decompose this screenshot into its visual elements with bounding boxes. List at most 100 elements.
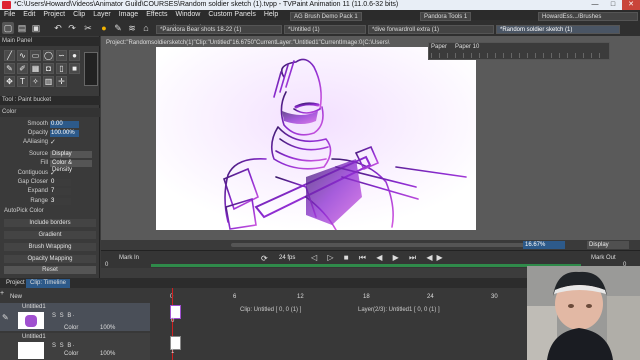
color-swatch-icon[interactable]: ■ xyxy=(69,63,80,74)
layer-row[interactable]: Untitled1 Color 100% ✎ S S B· xyxy=(0,303,150,331)
ruler-tick: 24 xyxy=(427,294,434,300)
pencil-icon[interactable]: ✎ xyxy=(2,313,9,322)
opacity-value[interactable]: 100.00% xyxy=(50,130,79,137)
aaliasing-checkbox[interactable]: ✓ xyxy=(50,139,57,146)
selection-tool-icon[interactable]: ▦ xyxy=(30,63,41,74)
minimize-button[interactable]: — xyxy=(586,0,604,10)
paper-ruler[interactable] xyxy=(431,53,607,58)
close-window-button[interactable]: ✕ xyxy=(622,0,640,10)
rect-tool-icon[interactable]: ▭ xyxy=(30,50,41,61)
menu-clip[interactable]: Clip xyxy=(69,10,89,20)
tab-pandora-bear-shots[interactable]: *Pandora Bear shots 18-22 (1) xyxy=(156,25,282,34)
playback-range-bar[interactable] xyxy=(151,264,581,267)
display-select[interactable]: Display xyxy=(587,241,629,249)
freehand-tool-icon[interactable]: ∽ xyxy=(56,50,67,61)
zoom-field[interactable]: 16.67% xyxy=(523,241,565,249)
magic-wand-icon[interactable]: ✧ xyxy=(30,76,41,87)
mark-out-label[interactable]: Mark Out xyxy=(591,255,616,261)
tvpaint-app-icon[interactable] xyxy=(2,1,11,9)
open-icon[interactable]: ▤ xyxy=(16,22,28,34)
pencil-tool-icon[interactable]: ✎ xyxy=(4,63,15,74)
frame-cell[interactable] xyxy=(170,336,181,350)
menu-custom-panels[interactable]: Custom Panels xyxy=(204,10,259,20)
menu-window[interactable]: Window xyxy=(171,10,204,20)
add-layer-icon[interactable]: + xyxy=(0,290,8,298)
smooth-value[interactable]: 0.00 xyxy=(50,121,79,128)
tab-pandora-tools[interactable]: Pandora Tools 1 xyxy=(420,12,472,21)
ruler-tick: 12 xyxy=(297,294,304,300)
include-borders-button[interactable]: Include borders xyxy=(4,219,96,227)
range-value[interactable]: 3 xyxy=(50,198,71,205)
move-tool-icon[interactable]: ✥ xyxy=(4,76,15,87)
fill-tool-icon[interactable]: ◘ xyxy=(43,63,54,74)
cut-icon[interactable]: ✂ xyxy=(82,22,94,34)
layer-thumbnail xyxy=(18,312,44,329)
opacity-mapping-button[interactable]: Opacity Mapping xyxy=(4,255,96,263)
line-tool-icon[interactable]: ╱ xyxy=(4,50,15,61)
menu-help[interactable]: Help xyxy=(260,10,282,20)
reset-button[interactable]: Reset xyxy=(4,266,96,274)
layers-icon[interactable]: ≋ xyxy=(126,22,138,34)
brush-size-icon[interactable]: ● xyxy=(69,50,80,61)
panel-tool-icon[interactable]: ▥ xyxy=(43,76,54,87)
text-tool-icon[interactable]: T xyxy=(17,76,28,87)
layer-opacity[interactable]: 100% xyxy=(100,351,115,357)
tab-brushes[interactable]: HowardEss.../Brushes xyxy=(538,12,638,21)
brush-icon[interactable]: ✎ xyxy=(112,22,124,34)
menu-file[interactable]: File xyxy=(0,10,19,20)
autopick-label[interactable]: AutoPick Color xyxy=(4,207,44,216)
warp-tool-icon[interactable]: ✛ xyxy=(56,76,67,87)
menu-image[interactable]: Image xyxy=(115,10,142,20)
ellipse-tool-icon[interactable]: ◯ xyxy=(43,50,54,61)
source-select[interactable]: Display xyxy=(50,151,92,158)
save-icon[interactable]: ▣ xyxy=(30,22,42,34)
autopick-row: AutoPick Color xyxy=(0,207,100,216)
menu-project[interactable]: Project xyxy=(39,10,69,20)
layer-thumbnail xyxy=(18,342,44,359)
tab-random-soldier-sketch[interactable]: *Random soldier sketch (1) xyxy=(496,25,620,34)
range-row: Range 3 xyxy=(0,197,100,206)
contiguous-checkbox[interactable]: ✓ xyxy=(50,170,57,177)
brush-wrapping-button[interactable]: Brush Wrapping xyxy=(4,243,96,251)
playback-controls[interactable]: ◁ ▷ ■ ⏮ ◀ ▶ ⏭ ◀▶ xyxy=(311,253,447,263)
ruler-tick: 6 xyxy=(233,294,237,300)
viewport-status-bar: 16.67% Display xyxy=(101,240,640,250)
layer-opacity[interactable]: 100% xyxy=(100,325,115,331)
menu-edit[interactable]: Edit xyxy=(19,10,39,20)
layer-row[interactable]: Untitled1 Color 100% S S B· xyxy=(0,333,150,360)
tab-ag-brush-demo[interactable]: AG Brush Demo Pack 1 xyxy=(290,12,362,21)
horizontal-scrollbar[interactable] xyxy=(231,243,531,247)
gradient-button[interactable]: Gradient xyxy=(4,231,96,239)
frame-cell[interactable] xyxy=(170,305,181,319)
new-icon[interactable]: ▢ xyxy=(2,22,14,34)
drawing-canvas[interactable] xyxy=(156,47,476,230)
tab-clip-timeline[interactable]: Clip: Timeline xyxy=(26,279,71,288)
layer-name[interactable]: Untitled1 xyxy=(22,304,46,310)
tab-untitled[interactable]: *Untitled (1) xyxy=(284,25,366,34)
menu-layer[interactable]: Layer xyxy=(89,10,115,20)
layer-toggle-icons[interactable]: S S B· xyxy=(52,313,75,319)
redo-icon[interactable]: ↷ xyxy=(66,22,78,34)
eraser-tool-icon[interactable]: ▯ xyxy=(56,63,67,74)
marker-tool-icon[interactable]: ✐ xyxy=(17,63,28,74)
tab-dive-forwardroll[interactable]: *dive forwardroll extra (1) xyxy=(368,25,494,34)
curve-tool-icon[interactable]: ∿ xyxy=(17,50,28,61)
new-layer-button[interactable]: New xyxy=(10,294,22,300)
expand-value[interactable]: 7 xyxy=(50,188,71,195)
layer-toggle-icons[interactable]: S S B· xyxy=(52,343,75,349)
fill-select[interactable]: Color & Density xyxy=(50,160,92,173)
color-header: Color xyxy=(0,108,100,117)
undo-icon[interactable]: ↶ xyxy=(52,22,64,34)
mark-in-label[interactable]: Mark In xyxy=(119,255,139,261)
primary-color-swatch[interactable] xyxy=(84,52,98,86)
gap-closer-value[interactable]: 0 xyxy=(50,179,71,186)
menu-effects[interactable]: Effects xyxy=(142,10,171,20)
frame-number: 1 xyxy=(171,349,175,355)
sync-icon[interactable]: ⟳ xyxy=(261,254,275,264)
bin-icon[interactable]: ⌂ xyxy=(140,22,152,34)
color-wheel-icon[interactable]: ● xyxy=(98,22,110,34)
tab-project[interactable]: Project xyxy=(2,279,29,288)
fps-label[interactable]: 24 fps xyxy=(279,255,295,261)
maximize-button[interactable]: □ xyxy=(604,0,622,10)
layer-name[interactable]: Untitled1 xyxy=(22,334,46,340)
